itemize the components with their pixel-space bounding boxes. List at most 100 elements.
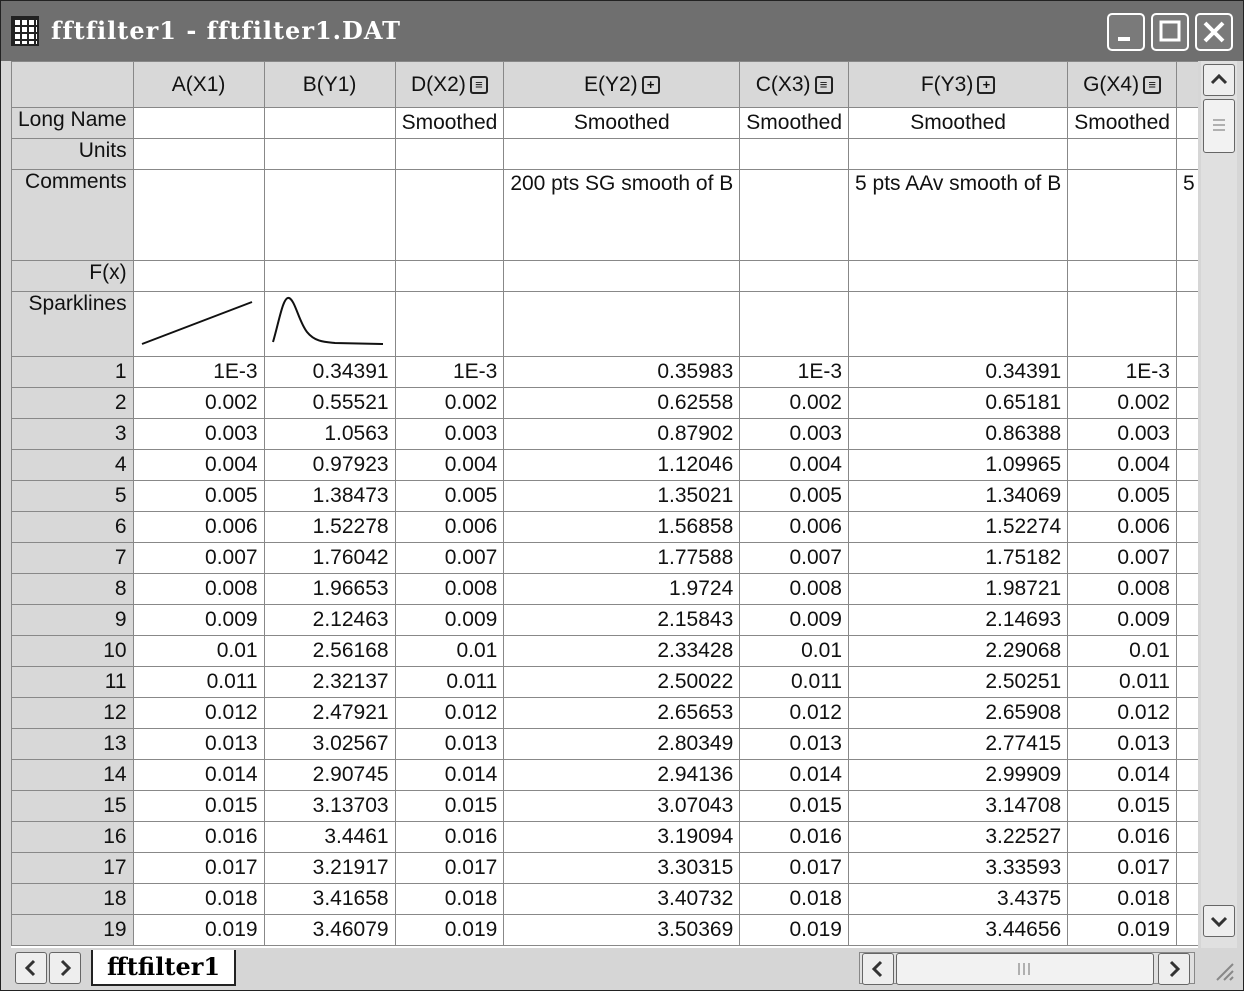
data-cell[interactable]: 3.40732	[503, 883, 741, 915]
data-cell[interactable]: 0.62558	[503, 387, 741, 419]
data-cell[interactable]: 0.008	[394, 573, 505, 605]
data-cell[interactable]: 1.52278	[263, 511, 396, 543]
sparkline-cell[interactable]	[263, 291, 396, 357]
long-name-row-cell[interactable]: Smoothed	[503, 107, 741, 139]
data-cell[interactable]: 0.34391	[847, 356, 1069, 388]
units-row-cell[interactable]	[1175, 138, 1198, 170]
data-cell[interactable]: 2.29068	[847, 635, 1069, 667]
data-cell[interactable]: 3.33593	[847, 852, 1069, 884]
next-sheet-button[interactable]	[49, 952, 81, 984]
data-cell[interactable]: 3.30315	[503, 852, 741, 884]
data-cell[interactable]: 3.19094	[503, 821, 741, 853]
data-cell[interactable]: 0.005	[1067, 480, 1177, 512]
data-cell[interactable]: 3.22527	[847, 821, 1069, 853]
data-cell[interactable]: 0.018	[132, 883, 265, 915]
data-cell[interactable]: 0.002	[132, 387, 265, 419]
data-cell[interactable]: 0.003	[132, 418, 265, 450]
data-cell[interactable]: 0.009	[1067, 604, 1177, 636]
units-row-cell[interactable]	[394, 138, 505, 170]
row-number[interactable]: 1	[11, 356, 134, 388]
data-cell[interactable]: 2.67116	[1175, 697, 1198, 729]
long-name-row-cell[interactable]: Smoothed	[394, 107, 505, 139]
data-cell[interactable]: 0.011	[1067, 666, 1177, 698]
data-cell[interactable]: 1.21238	[1175, 449, 1198, 481]
data-cell[interactable]: 2.65653	[503, 697, 741, 729]
units-row-cell[interactable]	[847, 138, 1069, 170]
data-cell[interactable]: 1.08857	[1175, 356, 1198, 388]
data-cell[interactable]: 2.14693	[847, 604, 1069, 636]
data-cell[interactable]: 0.015	[739, 790, 849, 822]
vertical-scrollbar[interactable]	[1201, 61, 1237, 948]
fx-row-cell[interactable]	[263, 260, 396, 292]
data-cell[interactable]: 2.65908	[847, 697, 1069, 729]
data-cell[interactable]: 3.4375	[847, 883, 1069, 915]
data-cell[interactable]: 2.9587	[1175, 759, 1198, 791]
data-cell[interactable]: 3.4461	[263, 821, 396, 853]
data-cell[interactable]: 0.86388	[847, 418, 1069, 450]
horizontal-scroll-thumb[interactable]	[896, 953, 1154, 985]
data-cell[interactable]: 3.21917	[263, 852, 396, 884]
resize-grip-icon[interactable]	[1207, 954, 1235, 982]
data-cell[interactable]: 0.004	[1067, 449, 1177, 481]
data-cell[interactable]: 1.0563	[263, 418, 396, 450]
data-cell[interactable]: 0.014	[394, 759, 505, 791]
data-cell[interactable]: 0.009	[739, 604, 849, 636]
row-number[interactable]: 11	[11, 666, 134, 698]
data-cell[interactable]: 0.016	[739, 821, 849, 853]
data-cell[interactable]: 2.32137	[263, 666, 396, 698]
data-cell[interactable]: 3.19219	[1175, 821, 1198, 853]
data-cell[interactable]: 0.017	[394, 852, 505, 884]
data-cell[interactable]: 0.01	[132, 635, 265, 667]
data-cell[interactable]: 0.006	[132, 511, 265, 543]
data-cell[interactable]: 2.50251	[847, 666, 1069, 698]
long-name-row-cell[interactable]: Smoothed	[739, 107, 849, 139]
data-cell[interactable]: 1.34022	[1175, 480, 1198, 512]
sparkline-cell[interactable]	[394, 291, 505, 357]
row-number[interactable]: 3	[11, 418, 134, 450]
data-cell[interactable]: 1.09965	[847, 449, 1069, 481]
data-cell[interactable]: 2.50022	[503, 666, 741, 698]
scroll-down-button[interactable]	[1203, 905, 1235, 937]
data-cell[interactable]: 0.014	[1067, 759, 1177, 791]
data-cell[interactable]: 0.007	[132, 542, 265, 574]
data-cell[interactable]: 2.77415	[847, 728, 1069, 760]
data-cell[interactable]: 0.012	[132, 697, 265, 729]
units-row-cell[interactable]	[503, 138, 741, 170]
units-row-cell[interactable]	[132, 138, 265, 170]
data-cell[interactable]: 0.002	[394, 387, 505, 419]
column-header[interactable]: C(X3) ≡	[739, 61, 849, 108]
data-cell[interactable]: 0.018	[394, 883, 505, 915]
row-number[interactable]: 19	[11, 914, 134, 946]
data-cell[interactable]: 0.003	[739, 418, 849, 450]
data-cell[interactable]: 0.007	[394, 542, 505, 574]
fx-row-cell[interactable]	[132, 260, 265, 292]
row-number[interactable]: 8	[11, 573, 134, 605]
data-cell[interactable]: 0.012	[1067, 697, 1177, 729]
data-cell[interactable]: 0.017	[132, 852, 265, 884]
data-cell[interactable]: 2.15843	[503, 604, 741, 636]
fx-row-cell[interactable]	[1175, 260, 1198, 292]
data-cell[interactable]: 0.017	[1067, 852, 1177, 884]
data-cell[interactable]: 0.003	[1067, 418, 1177, 450]
column-header[interactable]: B(Y1)	[263, 61, 396, 108]
sparkline-cell[interactable]	[132, 291, 265, 357]
data-cell[interactable]: 1E-3	[132, 356, 265, 388]
data-cell[interactable]: 3.41658	[263, 883, 396, 915]
data-cell[interactable]: 1.96653	[263, 573, 396, 605]
data-cell[interactable]: 1E-3	[394, 356, 505, 388]
row-number[interactable]: 15	[11, 790, 134, 822]
row-number[interactable]: 10	[11, 635, 134, 667]
data-cell[interactable]: 1.56858	[503, 511, 741, 543]
data-cell[interactable]: 0.87902	[503, 418, 741, 450]
data-cell[interactable]: 3.08056	[1175, 790, 1198, 822]
data-cell[interactable]: 2.12463	[263, 604, 396, 636]
data-cell[interactable]: 0.013	[394, 728, 505, 760]
scroll-right-button[interactable]	[1158, 953, 1190, 985]
data-cell[interactable]: 0.014	[132, 759, 265, 791]
data-cell[interactable]: 0.008	[132, 573, 265, 605]
data-cell[interactable]: 0.65181	[847, 387, 1069, 419]
data-cell[interactable]: 1E-3	[1067, 356, 1177, 388]
data-cell[interactable]: 2.33428	[503, 635, 741, 667]
data-cell[interactable]: 0.013	[739, 728, 849, 760]
data-cell[interactable]: 0.005	[739, 480, 849, 512]
